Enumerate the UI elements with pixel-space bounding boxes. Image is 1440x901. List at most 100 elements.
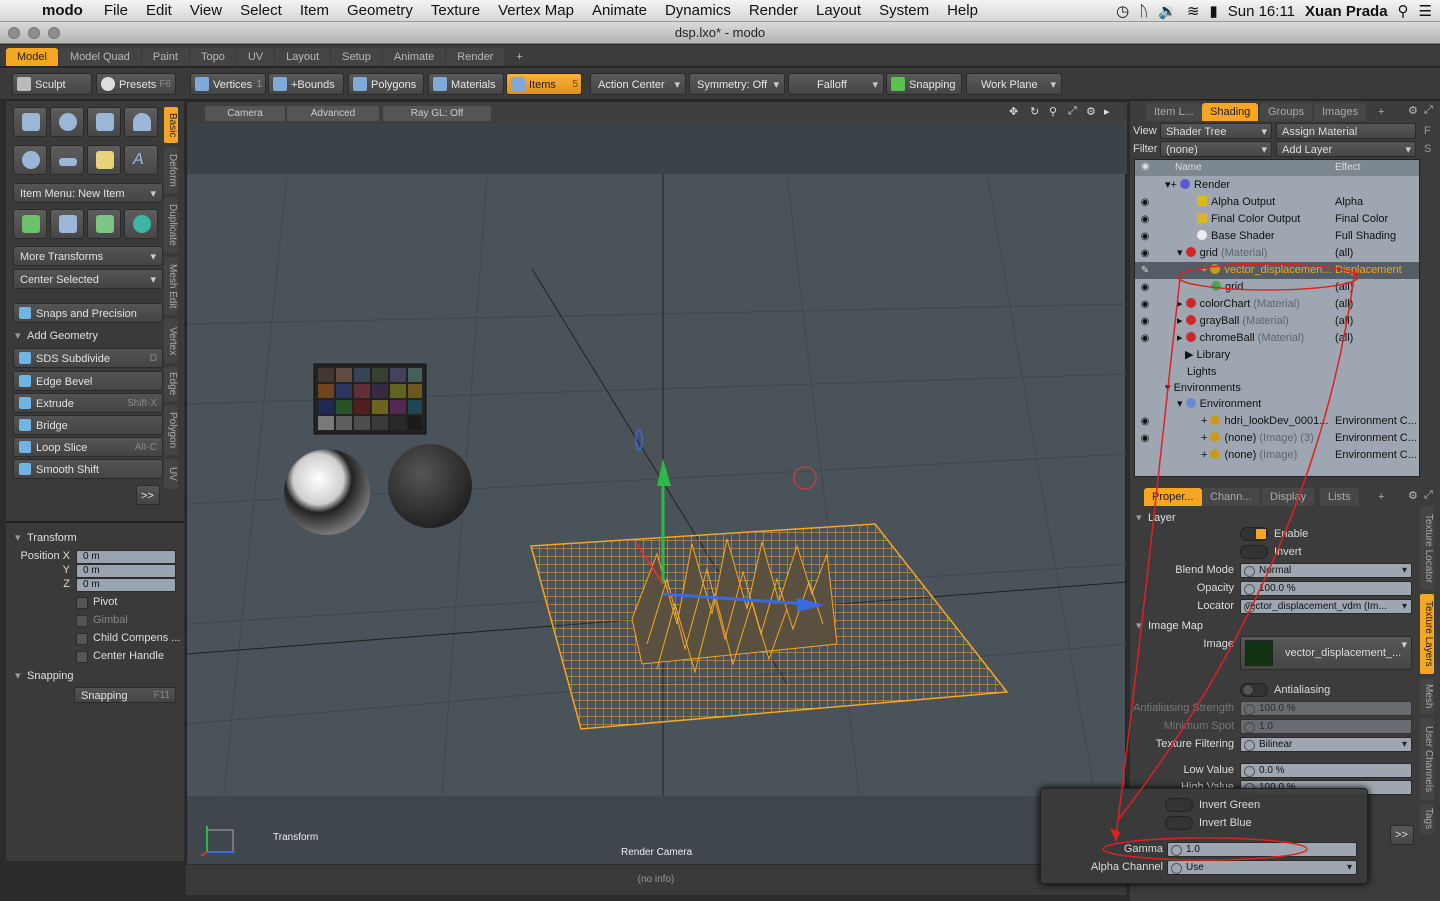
gamma-field[interactable]: 1.0 (1167, 842, 1357, 857)
menu-item[interactable]: Item (291, 2, 338, 19)
vtab-uv[interactable]: UV (164, 459, 178, 489)
vtab-mesh-edit[interactable]: Mesh Edit (164, 257, 178, 315)
gimbal-checkbox[interactable] (76, 615, 88, 627)
visibility-eye-icon[interactable]: ◉ (1139, 413, 1151, 430)
tab-add-props[interactable]: + (1370, 488, 1392, 506)
expand-arrow-icon[interactable]: ▾ (1165, 382, 1174, 394)
invert-blue-toggle[interactable] (1165, 816, 1193, 830)
center-selected-dropdown[interactable]: Center Selected (13, 269, 163, 290)
tree-row-grid-material[interactable]: ◉ ▾ grid (Material) (all) (1135, 245, 1419, 262)
menu-help[interactable]: Help (938, 2, 987, 19)
extrude-button[interactable]: Extrude Shift-X (13, 393, 163, 413)
expand-arrow-icon[interactable]: ▾ (1177, 247, 1186, 259)
shading-dropdown[interactable]: Advanced OpenGL (287, 106, 379, 134)
tab-shading[interactable]: Shading (1202, 103, 1259, 121)
add-layer-dropdown[interactable]: Add Layer (1276, 141, 1416, 158)
new-plane-button[interactable] (50, 145, 84, 175)
collapse-arrow-icon[interactable]: ▸ (1177, 315, 1186, 327)
texture-filtering-dropdown[interactable]: Bilinear (1240, 737, 1412, 752)
name-column-header[interactable]: Name (1175, 162, 1202, 173)
tree-row-lights[interactable]: Lights (1135, 364, 1419, 381)
vtab-edge[interactable]: Edge (164, 367, 178, 401)
visibility-eye-icon[interactable]: ◉ (1139, 228, 1151, 245)
collapse-arrow-icon[interactable]: ▸ (1177, 298, 1186, 310)
visibility-eye-icon[interactable]: ◉ (1139, 430, 1151, 447)
polygons-button[interactable]: Polygons (348, 73, 424, 95)
menu-view[interactable]: View (181, 2, 231, 19)
bounds-button[interactable]: +Bounds (268, 73, 344, 95)
visibility-eye-icon[interactable]: ◉ (1139, 296, 1151, 313)
tab-properties[interactable]: Proper... (1144, 488, 1202, 506)
tab-display[interactable]: Display (1262, 488, 1315, 506)
app-menu[interactable]: modo (38, 2, 95, 19)
minimize-window-icon[interactable] (28, 27, 40, 39)
globe-tool-button[interactable] (124, 209, 158, 239)
menu-dynamics[interactable]: Dynamics (656, 2, 740, 19)
symmetry-dropdown[interactable]: Symmetry: Off (689, 73, 785, 96)
invert-toggle[interactable] (1240, 545, 1268, 559)
vtab-texture-locator[interactable]: Texture Locator (1420, 506, 1434, 590)
menu-render[interactable]: Render (740, 2, 807, 19)
tab-uv[interactable]: UV (236, 48, 275, 66)
viewport-gear-icon[interactable]: ⚙ (1086, 105, 1096, 118)
visibility-eye-icon[interactable]: ◉ (1139, 194, 1151, 211)
sculpt-button[interactable]: Sculpt (12, 73, 92, 95)
tab-paint[interactable]: Paint (141, 48, 189, 66)
more-props-button[interactable]: >> (1390, 825, 1414, 845)
deform-tool-button[interactable] (50, 209, 84, 239)
edge-bevel-button[interactable]: Edge Bevel (13, 371, 163, 391)
low-value-field[interactable]: 0.0 % (1240, 763, 1412, 778)
notification-icon[interactable]: ☰ (1419, 2, 1432, 20)
tree-row-environments[interactable]: ▾ Environments (1135, 380, 1419, 397)
expand-arrow-icon[interactable]: ▾ (1177, 398, 1186, 410)
menu-texture[interactable]: Texture (422, 2, 489, 19)
time-machine-icon[interactable]: ◷ (1116, 2, 1129, 20)
menu-select[interactable]: Select (231, 2, 291, 19)
menu-geometry[interactable]: Geometry (338, 2, 422, 19)
menu-system[interactable]: System (870, 2, 938, 19)
blend-mode-dropdown[interactable]: Normal (1240, 563, 1412, 578)
snapping-header[interactable]: Snapping (13, 667, 163, 685)
tab-lists[interactable]: Lists (1320, 488, 1359, 506)
action-center-dropdown[interactable]: Action Center (590, 73, 686, 96)
panel-gear-icon[interactable]: ⚙ (1408, 104, 1418, 117)
pivot-checkbox[interactable] (76, 597, 88, 609)
loop-slice-button[interactable]: Loop Slice Alt-C (13, 437, 163, 457)
zoom-window-icon[interactable] (48, 27, 60, 39)
locator-dropdown[interactable]: vector_displacement_vdm (Im... (1240, 599, 1412, 614)
layer-section-header[interactable]: Layer (1134, 509, 1284, 527)
tab-topo[interactable]: Topo (189, 48, 236, 66)
view-dropdown[interactable]: Shader Tree (1160, 123, 1272, 140)
tab-model[interactable]: Model (6, 48, 58, 66)
tree-row-alpha-output[interactable]: ◉ Alpha Output Alpha (1135, 194, 1419, 211)
transform-tool-button[interactable] (13, 209, 47, 239)
battery-icon[interactable]: ▮ (1209, 2, 1217, 20)
tab-item-list[interactable]: Item L... (1146, 103, 1202, 121)
minimum-spot-field[interactable]: 1.0 (1240, 719, 1412, 734)
zoom-icon[interactable]: ⚲ (1049, 105, 1057, 118)
visibility-eye-icon[interactable]: ◉ (1139, 313, 1151, 330)
paint-brush-icon[interactable]: ✎ (1139, 262, 1151, 279)
effect-column-header[interactable]: Effect (1335, 162, 1360, 173)
visibility-eye-icon[interactable]: ◉ (1139, 245, 1151, 262)
items-button[interactable]: Items 5 (506, 73, 582, 95)
props-gear-icon[interactable]: ⚙ (1408, 489, 1418, 502)
transform-header[interactable]: Transform (13, 529, 163, 547)
position-x-field[interactable]: 0 m (76, 550, 176, 564)
opacity-field[interactable]: 100.0 % (1240, 581, 1412, 596)
tab-layout[interactable]: Layout (275, 48, 331, 66)
visibility-eye-icon[interactable]: ◉ (1139, 330, 1151, 347)
tab-animate[interactable]: Animate (382, 48, 446, 66)
aa-strength-field[interactable]: 100.0 % (1240, 701, 1412, 716)
bluetooth-icon[interactable]: ᚢ (1139, 3, 1148, 20)
tree-row-hdri[interactable]: ◉ + hdri_lookDev_0001... Environment C... (1135, 413, 1419, 430)
tab-channels[interactable]: Chann... (1202, 488, 1260, 506)
3d-viewport[interactable]: Camera Advanced OpenGL Ray GL: Off ✥ ↻ ⚲… (186, 101, 1127, 864)
raygl-dropdown[interactable]: Ray GL: Off (383, 106, 491, 121)
tab-add[interactable]: + (505, 48, 533, 66)
snapping-toggle-button[interactable]: Snapping F11 (74, 687, 176, 703)
add-geometry-header[interactable]: Add Geometry (13, 327, 163, 345)
tab-model-quad[interactable]: Model Quad (58, 48, 141, 66)
snaps-precision-button[interactable]: Snaps and Precision (13, 303, 163, 323)
smooth-shift-button[interactable]: Smooth Shift (13, 459, 163, 479)
